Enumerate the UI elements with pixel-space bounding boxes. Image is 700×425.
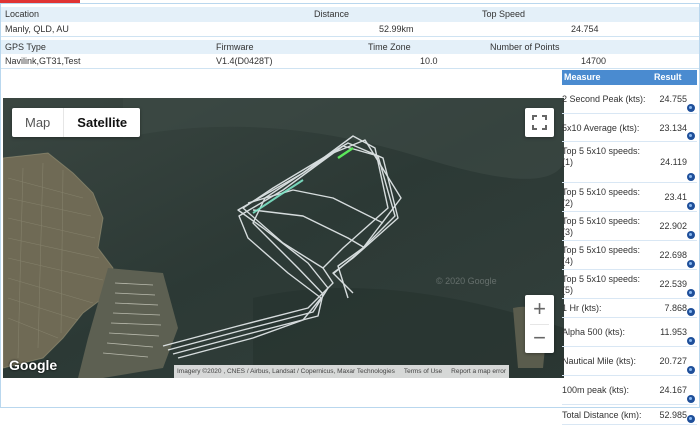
track-map[interactable]: © 2020 Google Map Satellite + − Google I… xyxy=(3,98,564,378)
stats-table-header: Measure Result xyxy=(562,70,697,85)
globe-icon[interactable] xyxy=(687,104,695,112)
location-header: Location xyxy=(5,9,40,19)
globe-icon[interactable] xyxy=(687,202,695,210)
gps-type-header: GPS Type xyxy=(5,42,46,52)
points-header: Number of Points xyxy=(490,42,560,52)
globe-icon[interactable] xyxy=(687,173,695,181)
distance-header: Distance xyxy=(314,9,350,19)
stats-row: Top 5 5x10 speeds: (3) 22.902 xyxy=(562,212,697,241)
stats-row-label: 2 Second Peak (kts): xyxy=(562,94,646,104)
stats-row-label: Total Distance (km): xyxy=(562,410,642,420)
fullscreen-button[interactable] xyxy=(525,108,554,137)
stats-row-value: 22.902 xyxy=(659,221,687,231)
stats-row: 100m peak (kts): 24.167 xyxy=(562,376,697,405)
distance-value: 52.99km xyxy=(379,24,414,34)
stats-row: Total Distance (km): 52.985 xyxy=(562,405,697,425)
stats-row: Top 5 5x10 speeds: (5) 22.539 xyxy=(562,270,697,299)
stats-row-label: Top 5 5x10 speeds: (1) xyxy=(562,146,641,167)
summary-header-row: Location Distance Top Speed xyxy=(1,7,699,22)
globe-icon[interactable] xyxy=(687,231,695,239)
terms-of-use-link[interactable]: Terms of Use xyxy=(404,365,442,378)
points-value: 14700 xyxy=(581,56,607,66)
map-type-satellite-button[interactable]: Satellite xyxy=(63,108,140,137)
stats-row-label: 5x10 Average (kts): xyxy=(562,123,640,133)
stats-row-label: Top 5 5x10 speeds: (5) xyxy=(562,274,641,295)
stats-row-label: 100m peak (kts): xyxy=(562,385,630,395)
stats-row-value: 23.41 xyxy=(664,192,687,202)
map-watermark: © 2020 Google xyxy=(436,276,497,286)
stats-row: 5x10 Average (kts): 23.134 xyxy=(562,114,697,142)
firmware-header: Firmware xyxy=(216,42,254,52)
globe-icon[interactable] xyxy=(687,289,695,297)
globe-icon[interactable] xyxy=(687,395,695,403)
stats-row: Top 5 5x10 speeds: (2) 23.41 xyxy=(562,183,697,212)
stats-row-value: 7.868 xyxy=(664,303,687,313)
stats-row: Alpha 500 (kts): 11.953 xyxy=(562,318,697,347)
gps-type-value: Navilink,GT31,Test xyxy=(5,56,81,66)
stats-row-value: 23.134 xyxy=(659,123,687,133)
top-speed-value: 24.754 xyxy=(571,24,599,34)
stats-row-value: 20.727 xyxy=(659,356,687,366)
zoom-out-button[interactable]: − xyxy=(525,324,554,353)
stats-row-label: Top 5 5x10 speeds: (4) xyxy=(562,245,641,266)
time-zone-value: 10.0 xyxy=(420,56,438,66)
globe-icon[interactable] xyxy=(687,308,695,316)
stats-row-label: Top 5 5x10 speeds: (2) xyxy=(562,187,641,208)
stats-row-value: 52.985 xyxy=(659,410,687,420)
google-logo: Google xyxy=(9,357,58,373)
fullscreen-icon xyxy=(532,115,547,130)
map-type-control: Map Satellite xyxy=(12,108,141,137)
stats-row-value: 24.755 xyxy=(659,94,687,104)
globe-icon[interactable] xyxy=(687,260,695,268)
top-speed-header: Top Speed xyxy=(482,9,526,19)
zoom-in-button[interactable]: + xyxy=(525,295,554,324)
result-header: Result xyxy=(654,72,682,82)
globe-icon[interactable] xyxy=(687,415,695,423)
stats-row-value: 22.698 xyxy=(659,250,687,260)
stats-row: 2 Second Peak (kts): 24.755 xyxy=(562,85,697,114)
map-attribution-bar: Imagery ©2020 , CNES / Airbus, Landsat /… xyxy=(174,365,510,378)
satellite-imagery xyxy=(3,98,564,378)
stats-row-value: 22.539 xyxy=(659,279,687,289)
report-map-error-link[interactable]: Report a map error xyxy=(451,365,506,378)
location-value: Manly, QLD, AU xyxy=(5,24,69,34)
stats-row-label: Top 5 5x10 speeds: (3) xyxy=(562,216,641,237)
globe-icon[interactable] xyxy=(687,337,695,345)
globe-icon[interactable] xyxy=(687,366,695,374)
stats-row: 1 Hr (kts): 7.868 xyxy=(562,299,697,318)
zoom-control: + − xyxy=(525,295,554,353)
device-value-row: Navilink,GT31,Test V1.4(D0428T) 10.0 147… xyxy=(1,54,699,69)
stats-row: Top 5 5x10 speeds: (4) 22.698 xyxy=(562,241,697,270)
globe-icon[interactable] xyxy=(687,132,695,140)
imagery-attribution: Imagery ©2020 , CNES / Airbus, Landsat /… xyxy=(177,368,395,375)
stats-row-label: Nautical Mile (kts): xyxy=(562,356,637,366)
firmware-value: V1.4(D0428T) xyxy=(216,56,273,66)
measure-header: Measure xyxy=(564,72,601,82)
stats-row-value: 24.119 xyxy=(660,157,687,167)
time-zone-header: Time Zone xyxy=(368,42,411,52)
stats-row: Top 5 5x10 speeds: (1) 24.119 xyxy=(562,142,697,183)
device-header-row: GPS Type Firmware Time Zone Number of Po… xyxy=(1,40,699,55)
summary-value-row: Manly, QLD, AU 52.99km 24.754 xyxy=(1,22,699,37)
stats-row: Nautical Mile (kts): 20.727 xyxy=(562,347,697,376)
stats-row-label: 1 Hr (kts): xyxy=(562,303,602,313)
stats-row-label: Alpha 500 (kts): xyxy=(562,327,626,337)
stats-row-value: 24.167 xyxy=(659,385,687,395)
stats-row-value: 11.953 xyxy=(660,327,687,337)
map-type-map-button[interactable]: Map xyxy=(12,108,63,137)
